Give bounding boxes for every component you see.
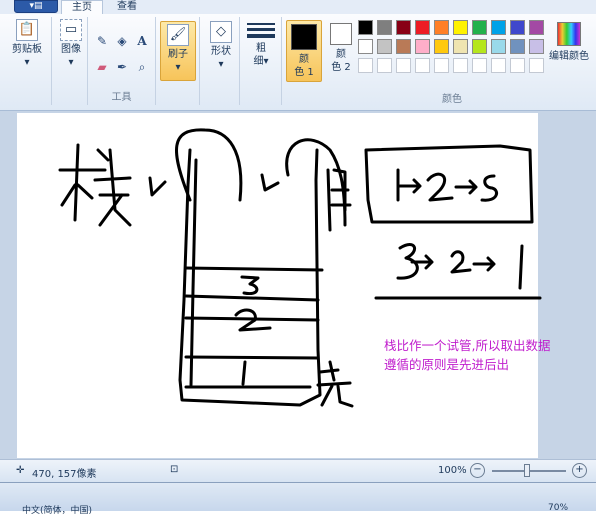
annotation-line-2: 遵循的原则是先进后出 <box>384 357 510 372</box>
cursor-icon: ✛ <box>16 465 25 476</box>
taskbar-zoom: 70% <box>548 503 569 513</box>
level-3 <box>240 275 260 296</box>
zoom-out-button[interactable]: − <box>470 463 485 478</box>
tail-character <box>326 168 352 232</box>
cursor-coordinates: 470, 157像素 <box>32 469 97 480</box>
zoom-slider-thumb[interactable] <box>524 464 530 477</box>
right-arrow-up <box>260 138 347 227</box>
handwritten-stack-diagram <box>58 128 542 408</box>
zoom-in-button[interactable]: + <box>572 463 587 478</box>
first-character <box>316 360 354 408</box>
pop-order <box>396 243 524 290</box>
stack-character <box>58 143 132 227</box>
zoom-percent: 100% <box>438 465 467 476</box>
annotation-text: 栈比作一个试管,所以取出数据 遵循的原则是先进后出 <box>384 336 594 374</box>
annotation-line-1: 栈比作一个试管,所以取出数据 <box>384 338 551 353</box>
push-order <box>396 168 499 202</box>
selection-size-icon: ⊡ <box>170 464 179 475</box>
order-box <box>364 144 534 224</box>
level-1 <box>241 360 247 386</box>
status-bar: ✛ 470, 157像素 ⊡ 100% − + <box>0 459 596 483</box>
taskbar: 中文(简体，中国) 70% <box>0 482 596 516</box>
